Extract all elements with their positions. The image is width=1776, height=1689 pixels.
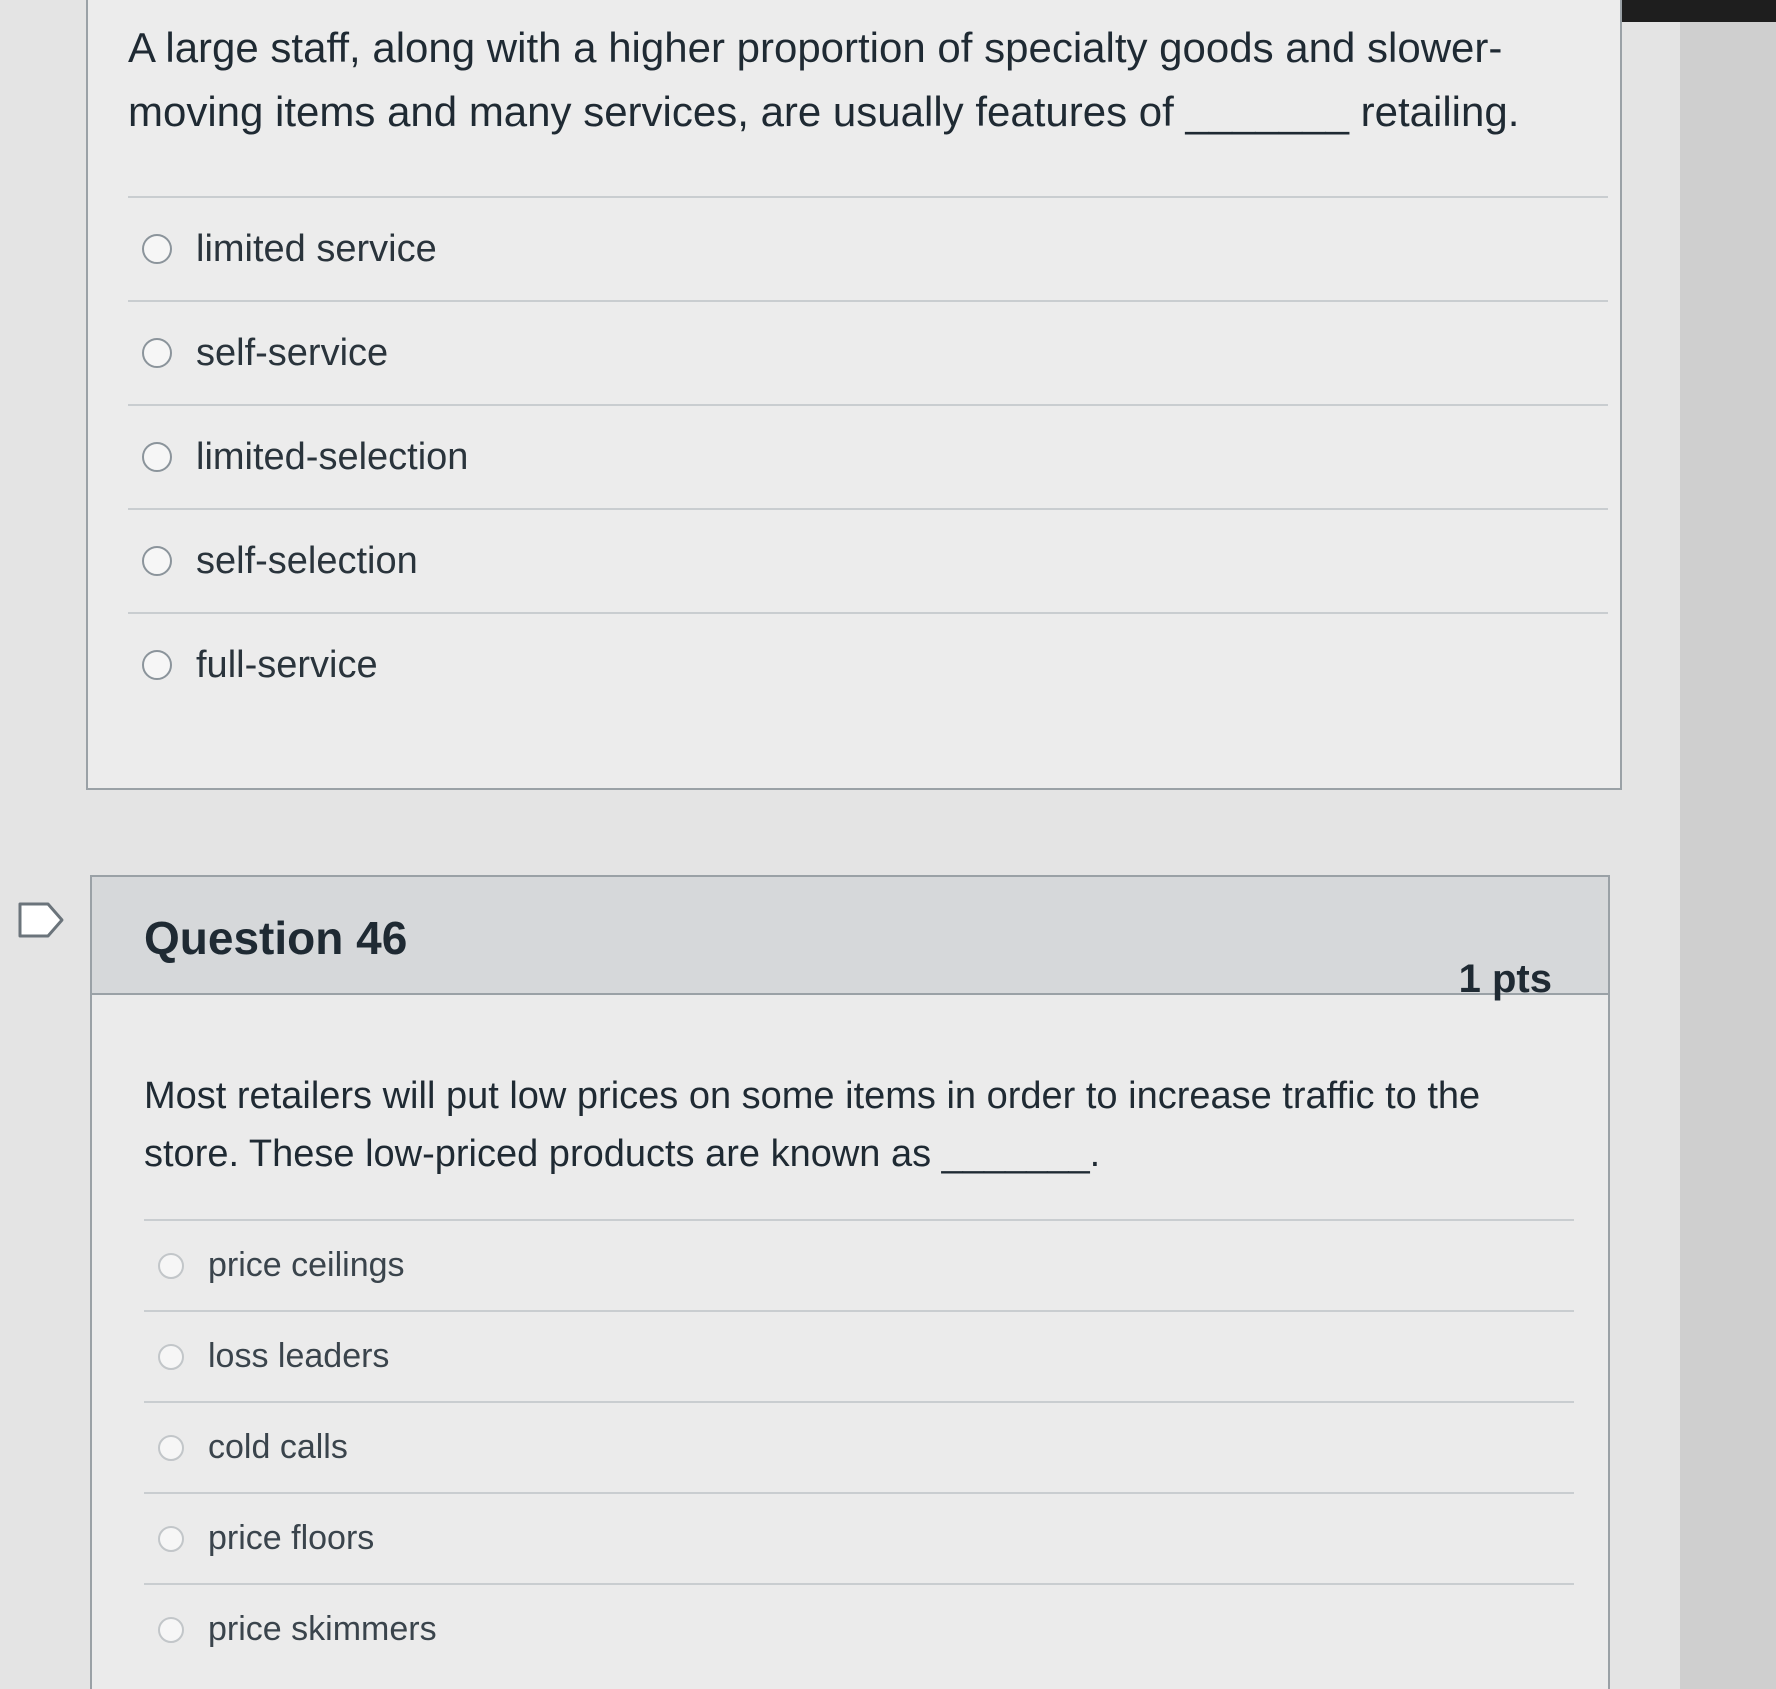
answer-label: cold calls bbox=[208, 1428, 348, 1466]
answer-label: self-selection bbox=[196, 539, 418, 582]
answer-list: limited service self-service limited-sel… bbox=[128, 196, 1608, 716]
radio-unselected-icon[interactable] bbox=[158, 1616, 184, 1643]
question-header: Question 46 1 pts bbox=[92, 877, 1608, 1001]
answer-option[interactable]: full-service bbox=[128, 612, 1608, 716]
answer-label: loss leaders bbox=[208, 1337, 390, 1375]
question-text: A large staff, along with a higher propo… bbox=[128, 24, 1520, 135]
radio-unselected-icon[interactable] bbox=[158, 1525, 184, 1552]
page-background-gutter bbox=[1680, 0, 1776, 1689]
quiz-page: A large staff, along with a higher propo… bbox=[0, 0, 1776, 1689]
answer-option[interactable]: price ceilings bbox=[144, 1219, 1574, 1310]
flag-question-icon[interactable] bbox=[18, 902, 64, 938]
radio-unselected-icon[interactable] bbox=[158, 1252, 184, 1279]
radio-unselected-icon[interactable] bbox=[142, 650, 172, 680]
answer-label: full-service bbox=[196, 643, 378, 686]
question-points: 1 pts bbox=[1458, 957, 1552, 1001]
answer-option[interactable]: self-service bbox=[128, 300, 1608, 404]
top-edge-bar bbox=[1600, 0, 1776, 22]
radio-unselected-icon[interactable] bbox=[142, 546, 172, 576]
question-title: Question 46 bbox=[144, 912, 408, 964]
answer-label: price skimmers bbox=[208, 1610, 437, 1648]
radio-unselected-icon[interactable] bbox=[142, 442, 172, 472]
answer-label: self-service bbox=[196, 331, 389, 374]
answer-option[interactable]: limited-selection bbox=[128, 404, 1608, 508]
question-card-previous: A large staff, along with a higher propo… bbox=[86, 0, 1622, 790]
radio-unselected-icon[interactable] bbox=[142, 338, 172, 368]
answer-option[interactable]: limited service bbox=[128, 196, 1608, 300]
question-text: Most retailers will put low prices on so… bbox=[144, 1075, 1481, 1175]
answer-option[interactable]: price skimmers bbox=[144, 1583, 1574, 1674]
question-card-current: Question 46 1 pts Most retailers will pu… bbox=[90, 875, 1610, 1689]
answer-option[interactable]: loss leaders bbox=[144, 1310, 1574, 1401]
answer-option[interactable]: cold calls bbox=[144, 1401, 1574, 1492]
answer-label: price floors bbox=[208, 1519, 375, 1557]
answer-option[interactable]: self-selection bbox=[128, 508, 1608, 612]
answer-option[interactable]: price floors bbox=[144, 1492, 1574, 1583]
answer-label: limited-selection bbox=[196, 435, 469, 478]
answer-label: price ceilings bbox=[208, 1246, 405, 1284]
radio-unselected-icon[interactable] bbox=[158, 1343, 184, 1370]
radio-unselected-icon[interactable] bbox=[158, 1434, 184, 1461]
answer-list: price ceilings loss leaders cold calls p… bbox=[144, 1219, 1574, 1674]
answer-label: limited service bbox=[196, 227, 437, 270]
radio-unselected-icon[interactable] bbox=[142, 234, 172, 264]
